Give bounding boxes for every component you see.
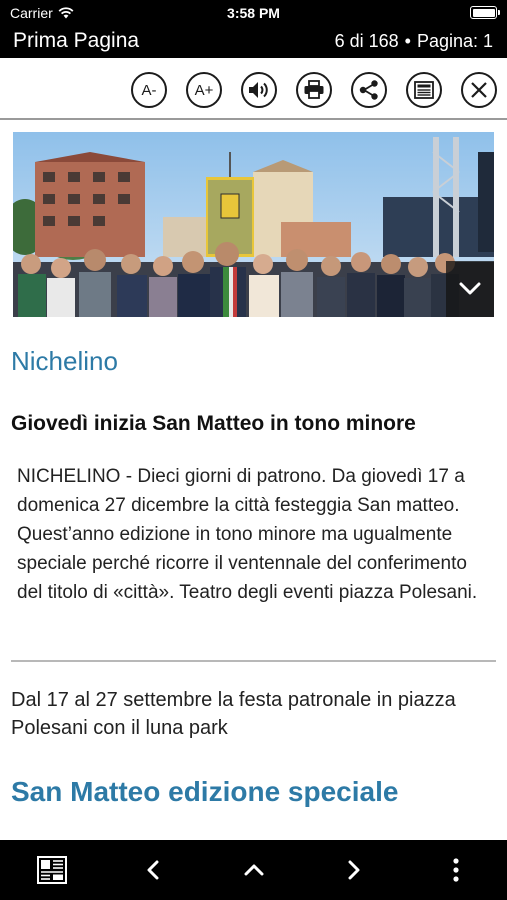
font-decrease-icon: A- [141, 81, 157, 99]
more-vertical-icon [453, 858, 459, 882]
next-article-headline[interactable]: San Matteo edizione speciale [11, 776, 398, 808]
read-aloud-button[interactable] [241, 72, 277, 108]
more-options-button[interactable] [435, 840, 477, 900]
page-grid-button[interactable] [26, 840, 78, 900]
font-decrease-button[interactable]: A- [131, 72, 167, 108]
print-button[interactable] [296, 72, 332, 108]
expand-photo-button[interactable] [446, 261, 494, 317]
page-title: Prima Pagina [13, 29, 140, 52]
share-icon [359, 80, 378, 100]
print-icon [304, 80, 324, 99]
status-bar: Carrier 3:58 PM [0, 0, 507, 26]
previous-article-button[interactable] [128, 840, 178, 900]
page-grid-icon [37, 856, 67, 884]
speaker-icon [249, 82, 268, 98]
chevron-left-icon [147, 860, 159, 880]
newspaper-icon [414, 81, 434, 99]
chevron-up-icon [244, 864, 264, 876]
section-label: Nichelino [11, 346, 118, 376]
share-button[interactable] [351, 72, 387, 108]
article-body: NICHELINO - Dieci giorni di patrono. Da … [17, 466, 478, 603]
battery-icon [470, 6, 500, 19]
page-indicator: 6 di 168 • Pagina: 1 [335, 31, 493, 52]
separator-dot: • [404, 31, 411, 51]
article-photo[interactable] [13, 132, 494, 317]
chevron-down-icon [459, 282, 481, 295]
divider [11, 660, 496, 662]
chevron-right-icon [348, 860, 360, 880]
photo-illustration [13, 132, 494, 317]
font-increase-button[interactable]: A+ [186, 72, 222, 108]
article-position: 6 di 168 [334, 31, 399, 51]
close-icon [471, 82, 487, 98]
scroll-top-button[interactable] [229, 840, 279, 900]
bottom-navigation-bar [0, 840, 507, 900]
close-button[interactable] [461, 72, 497, 108]
font-increase-icon: A+ [194, 81, 214, 99]
page-view-button[interactable] [406, 72, 442, 108]
article-subtitle: Dal 17 al 27 settembre la festa patronal… [11, 689, 456, 739]
next-article-button[interactable] [329, 840, 379, 900]
page-number: Pagina: 1 [416, 31, 493, 51]
status-time: 3:58 PM [227, 5, 280, 21]
app-header: Prima Pagina 6 di 168 • Pagina: 1 [0, 26, 507, 58]
article-toolbar: A- A+ [0, 58, 507, 120]
article-title: Giovedì inizia San Matteo in tono minore [11, 412, 416, 435]
